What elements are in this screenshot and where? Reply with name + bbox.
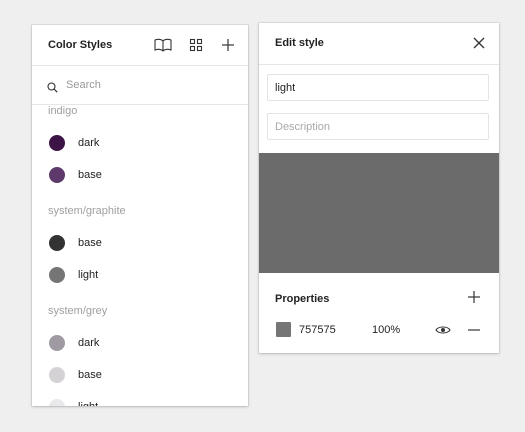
list-item[interactable]: base: [32, 159, 248, 191]
properties-title: Properties: [275, 293, 330, 305]
book-icon[interactable]: [154, 36, 172, 54]
edit-style-panel: Edit style Properties 757575 100%: [259, 23, 499, 353]
plus-icon[interactable]: [219, 36, 237, 54]
search-bar: [32, 66, 248, 105]
style-name: light: [78, 401, 98, 406]
list-item[interactable]: dark: [32, 327, 248, 359]
panel-title: Edit style: [275, 37, 324, 49]
list-item[interactable]: dark: [32, 127, 248, 159]
style-name: base: [78, 369, 102, 381]
fill-swatch[interactable]: [276, 322, 291, 337]
style-name: dark: [78, 137, 100, 149]
color-styles-header: Color Styles: [32, 25, 248, 66]
color-swatch: [49, 167, 65, 183]
description-field[interactable]: [267, 113, 489, 140]
group-label-indigo: indigo: [48, 105, 78, 117]
list-item[interactable]: light: [32, 259, 248, 291]
grid-icon[interactable]: [187, 36, 205, 54]
color-swatch: [49, 267, 65, 283]
search-input[interactable]: [66, 76, 236, 94]
panel-title: Color Styles: [48, 39, 113, 51]
color-swatch: [49, 235, 65, 251]
color-swatch: [49, 399, 65, 406]
edit-style-header: Edit style: [259, 23, 499, 65]
color-styles-panel: Color Styles Search indigo dark base sys…: [32, 25, 248, 406]
list-item[interactable]: base: [32, 359, 248, 391]
color-swatch: [49, 335, 65, 351]
style-name: base: [78, 169, 102, 181]
search-icon: [47, 80, 58, 98]
group-label-system-grey: system/grey: [48, 305, 108, 317]
fill-opacity-value[interactable]: 100%: [372, 324, 400, 336]
list-item[interactable]: base: [32, 227, 248, 259]
list-item[interactable]: light: [32, 391, 248, 406]
add-property-icon[interactable]: [467, 290, 481, 304]
style-list: indigo dark base system/graphite base li…: [32, 105, 248, 406]
color-swatch: [49, 135, 65, 151]
style-name: dark: [78, 337, 100, 349]
fill-hex-value[interactable]: 757575: [299, 324, 336, 336]
group-label-system-graphite: system/graphite: [48, 205, 126, 217]
close-icon[interactable]: [471, 35, 487, 51]
color-swatch: [49, 367, 65, 383]
minus-icon[interactable]: [467, 323, 481, 337]
color-preview: [259, 153, 499, 273]
style-name-field[interactable]: [267, 74, 489, 101]
style-name: light: [78, 269, 99, 281]
style-name: base: [78, 237, 102, 249]
eye-icon[interactable]: [435, 323, 451, 337]
